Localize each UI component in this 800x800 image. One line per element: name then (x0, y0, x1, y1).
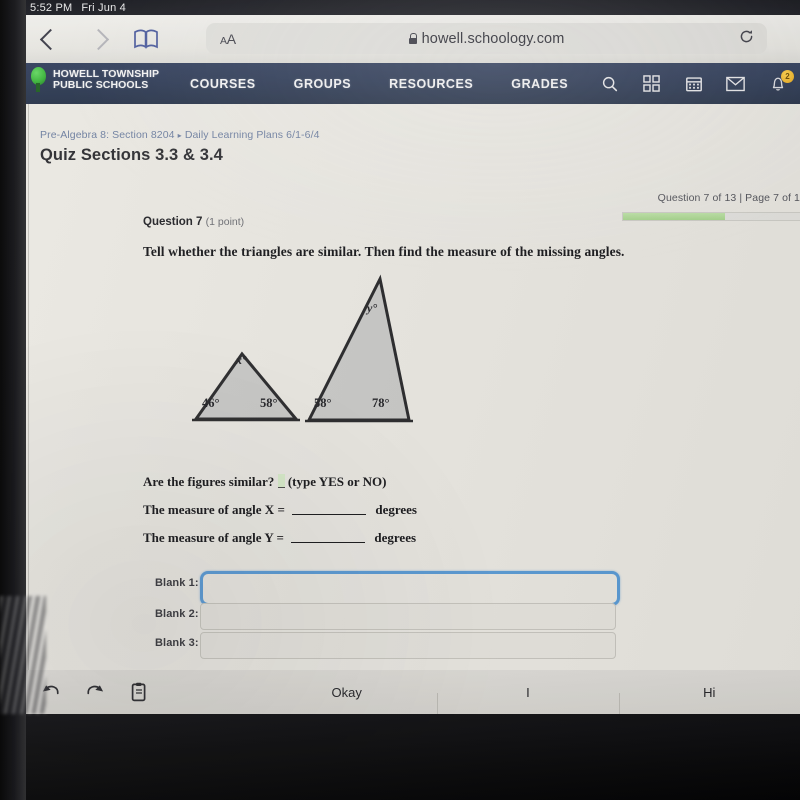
district-logo-text: HOWELL TOWNSHIP PUBLIC SCHOOLS (53, 69, 159, 90)
reload-button[interactable] (738, 28, 755, 50)
question-progress-text: Question 7 of 13 | Page 7 of 1 (657, 192, 800, 204)
large-triangle-apex-angle-label: y° (367, 301, 378, 315)
page-title: Quiz Sections 3.3 & 3.4 (40, 146, 223, 164)
bookmarks-button[interactable] (122, 15, 170, 63)
logo-line-1: HOWELL TOWNSHIP (53, 67, 160, 80)
breadcrumb-separator-icon: ▸ (177, 131, 182, 140)
large-triangle-right-angle-label: 78° (372, 396, 390, 410)
device-bezel-bottom (0, 714, 800, 800)
paste-icon (131, 682, 146, 702)
search-icon (602, 76, 617, 91)
apps-button[interactable] (641, 73, 662, 94)
safari-toolbar: AA howell.schoology.com (24, 15, 800, 63)
answer-line-angle-x-prefix: The measure of angle X = (143, 502, 285, 517)
tablet-screen: AA howell.schoology.com HOWELL TOWNSHIP … (24, 15, 800, 714)
blank-3-label: Blank 3: (155, 637, 199, 649)
answer-line-angle-y-suffix: degrees (374, 530, 417, 545)
triangles-figure: x° 46° 58° y° 58° 78° (164, 269, 424, 429)
browser-nav-buttons (26, 15, 170, 63)
quiz-page: Pre-Algebra 8: Section 8204 ▸ Daily Lear… (24, 104, 800, 714)
back-button[interactable] (26, 15, 74, 63)
status-bar-date: Fri Jun 4 (81, 2, 126, 14)
breadcrumb-course[interactable]: Pre-Algebra 8: Section 8204 (40, 129, 175, 141)
keyboard-suggestion-bar: Okay I Hi (24, 670, 800, 714)
blank-2-label: Blank 2: (155, 608, 199, 620)
blank-3-input[interactable] (200, 632, 616, 659)
url-display: howell.schoology.com (206, 31, 767, 47)
redo-button[interactable] (84, 681, 106, 703)
answer-line-similar-text: Are the figures similar? (143, 474, 275, 489)
answer-line-similar: Are the figures similar? (type YES or NO… (143, 474, 386, 490)
messages-button[interactable] (725, 73, 746, 94)
nav-icon-group: 2 (599, 63, 794, 104)
logo-line-2: PUBLIC SCHOOLS (53, 78, 149, 91)
status-bar-time: 5:52 PM (30, 2, 73, 14)
search-button[interactable] (599, 73, 620, 94)
breadcrumb-folder[interactable]: Daily Learning Plans 6/1-6/4 (185, 129, 320, 141)
answer-line-angle-y: The measure of angle Y = degrees (143, 530, 416, 546)
blank-2-input[interactable] (200, 603, 616, 630)
answer-line-angle-x-suffix: degrees (375, 502, 417, 517)
answer-line-angle-y-prefix: The measure of angle Y = (143, 530, 284, 545)
calendar-icon (685, 76, 702, 91)
chevron-right-icon (87, 28, 109, 50)
reload-icon (740, 29, 753, 42)
question-prompt: Tell whether the triangles are similar. … (143, 244, 625, 259)
url-text: howell.schoology.com (421, 30, 565, 47)
calendar-button[interactable] (683, 73, 704, 94)
suggestion-2[interactable]: I (437, 685, 618, 714)
forward-button[interactable] (74, 15, 122, 63)
breadcrumb: Pre-Algebra 8: Section 8204 ▸ Daily Lear… (40, 129, 320, 141)
suggestion-3[interactable]: Hi (618, 685, 800, 714)
mail-icon (726, 76, 745, 91)
nav-item-resources[interactable]: RESOURCES (389, 77, 473, 91)
primary-nav-links: COURSES GROUPS RESOURCES GRADES (190, 63, 568, 104)
notifications-button[interactable]: 2 (767, 70, 794, 94)
large-triangle-left-angle-label: 58° (314, 396, 332, 410)
answer-line-angle-y-underline (291, 542, 366, 543)
small-triangle-left-angle-label: 46° (202, 396, 220, 410)
keyboard-suggestions: Okay I Hi (256, 670, 800, 714)
blank-row-1: Blank 1: (24, 571, 800, 606)
nav-item-grades[interactable]: GRADES (511, 77, 568, 91)
blank-row-2: Blank 2: (24, 603, 800, 630)
grid-apps-icon (643, 75, 660, 92)
chevron-left-icon (39, 28, 61, 50)
nav-item-courses[interactable]: COURSES (190, 77, 256, 91)
quiz-progress-fill (623, 213, 725, 220)
answer-line-similar-hint: (type YES or NO) (287, 474, 387, 489)
address-bar[interactable]: AA howell.schoology.com (206, 23, 767, 54)
keyboard-tool-icons (32, 670, 150, 714)
district-logo[interactable]: HOWELL TOWNSHIP PUBLIC SCHOOLS (28, 67, 159, 92)
tablet-photo: AA howell.schoology.com HOWELL TOWNSHIP … (0, 0, 800, 800)
tree-logo-icon (28, 67, 48, 92)
answer-line-angle-x-underline (292, 514, 367, 515)
blank-row-3: Blank 3: (24, 632, 800, 659)
paste-button[interactable] (128, 681, 150, 703)
blank-1-input[interactable] (200, 571, 620, 606)
screen-reflection (0, 596, 46, 714)
question-points-label: (1 point) (205, 216, 245, 228)
nav-item-groups[interactable]: GROUPS (294, 77, 351, 91)
small-triangle-apex-angle-label: x° (236, 353, 247, 367)
redo-icon (87, 685, 104, 695)
blank-1-label: Blank 1: (155, 577, 199, 589)
answer-line-similar-blank-marker (277, 474, 285, 488)
small-triangle-right-angle-label: 58° (260, 396, 278, 410)
suggestion-1[interactable]: Okay (256, 685, 437, 700)
question-number-label: Question 7 (143, 216, 203, 228)
answer-line-angle-x: The measure of angle X = degrees (143, 502, 417, 518)
book-icon (134, 29, 158, 49)
notification-badge: 2 (781, 70, 794, 83)
ios-status-bar: 5:52 PM Fri Jun 4 (0, 0, 800, 18)
lock-icon (408, 33, 417, 44)
quiz-progress-bar (622, 212, 800, 221)
schoology-navbar: HOWELL TOWNSHIP PUBLIC SCHOOLS COURSES G… (24, 63, 800, 104)
question-header: Question 7 (1 point) (143, 216, 244, 228)
